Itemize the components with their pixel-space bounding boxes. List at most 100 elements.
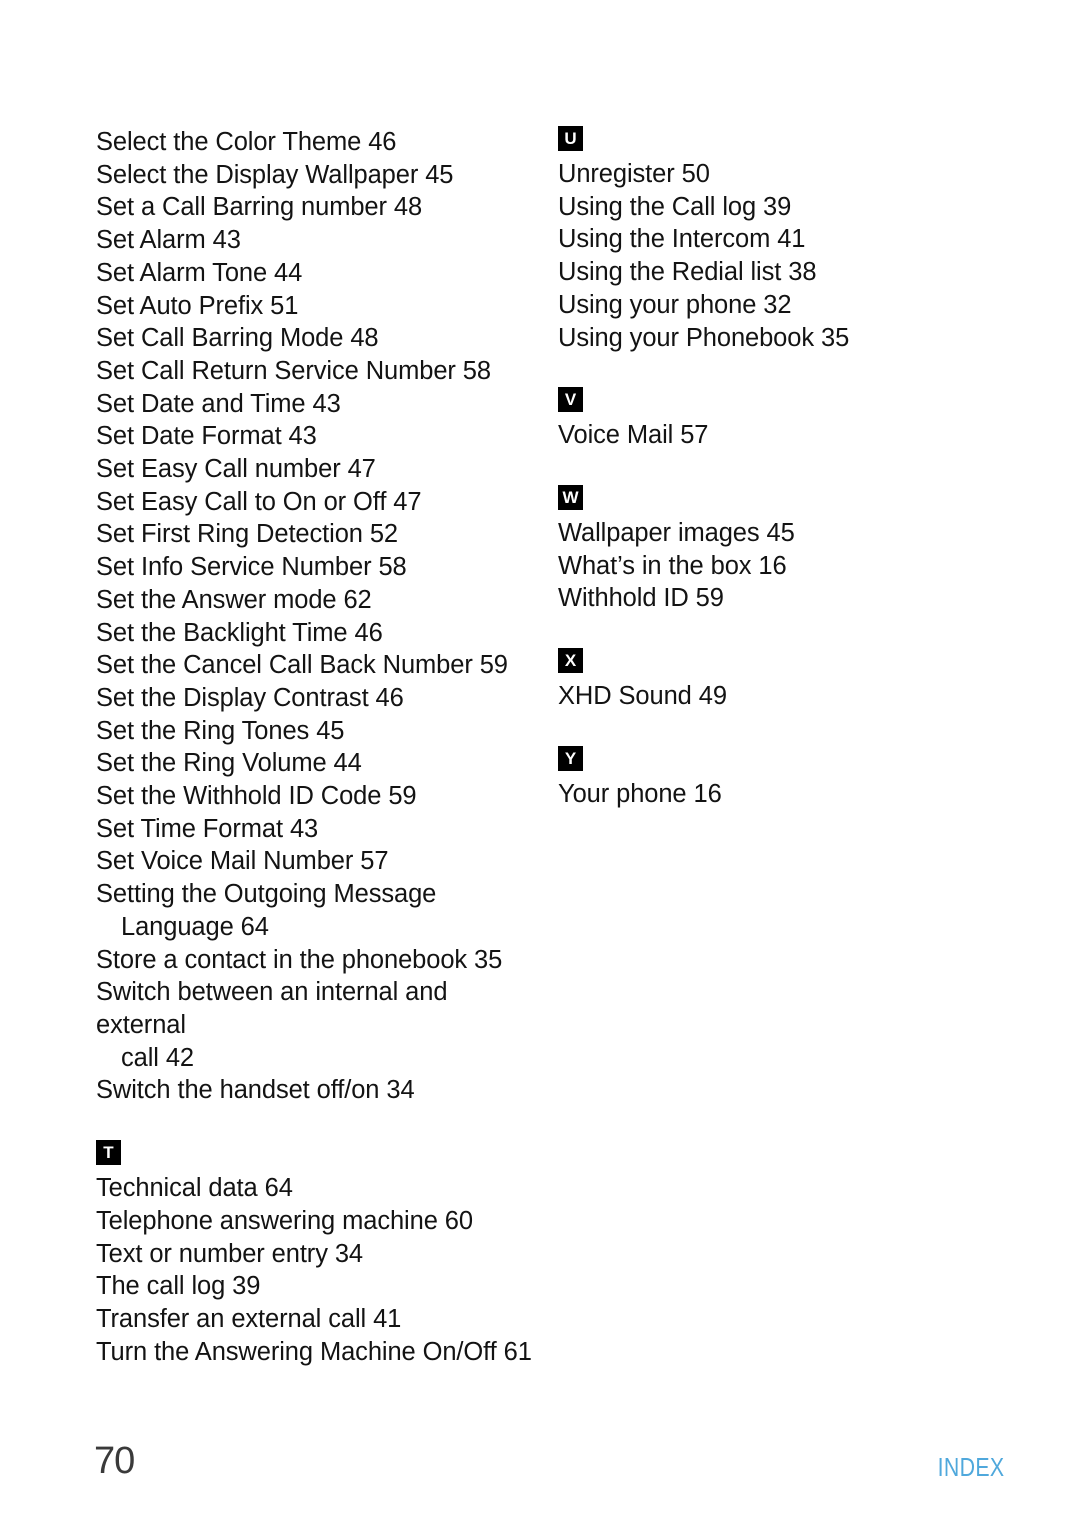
index-entry: Set Auto Prefix 51 [96,290,536,323]
index-entry: What’s in the box 16 [558,550,988,583]
index-entry-text: Telephone answering machine 60 [96,1206,473,1235]
index-entry: Set Alarm 43 [96,224,536,257]
index-entry-text: Set Auto Prefix 51 [96,291,299,320]
index-entry-text: Text or number entry 34 [96,1239,363,1268]
index-entry: Unregister 50 [558,158,988,191]
index-entry: Set Voice Mail Number 57 [96,845,536,878]
index-entry: Voice Mail 57 [558,419,988,452]
index-entry: Wallpaper images 45 [558,517,988,550]
index-entry-text: Set Alarm 43 [96,226,241,255]
index-entry-text: Voice Mail 57 [558,421,709,450]
index-section-y: Y Your phone 16 [558,745,988,811]
index-entry-text: Set Alarm Tone 44 [96,258,303,287]
index-entry-text: Set Easy Call number 47 [96,455,376,484]
index-entry-text: Your phone 16 [558,779,722,808]
index-entry: Turn the Answering Machine On/Off 61 [96,1336,536,1369]
index-entry: XHD Sound 49 [558,680,988,713]
index-entry: Select the Display Wallpaper 45 [96,159,536,192]
index-entry: Set Call Return Service Number 58 [96,355,536,388]
index-entry-text: Using the Intercom 41 [558,225,806,254]
index-entry-text: Set Call Return Service Number 58 [96,356,491,385]
index-entry: Switch between an internal and external c… [96,976,536,1074]
index-entry: Set Date and Time 43 [96,388,536,421]
index-entry-text: Store a contact in the phonebook 35 [96,945,503,974]
index-entry: The call log 39 [96,1270,536,1303]
index-entry-text: Using your phone 32 [558,290,792,319]
index-entry-text: Setting the Outgoing Message [96,880,437,909]
index-entry-text: Set the Ring Volume 44 [96,749,362,778]
index-entry: Using the Call log 39 [558,191,988,224]
index-entry: Set the Ring Volume 44 [96,747,536,780]
index-section-v: V Voice Mail 57 [558,387,988,452]
index-entry: Set Easy Call number 47 [96,453,536,486]
index-column-left: Select the Color Theme 46 Select the Disp… [96,126,536,1368]
index-entry: Set the Cancel Call Back Number 59 [96,649,536,682]
index-entry-text: Set the Backlight Time 46 [96,618,383,647]
index-entry-text: Using the Redial list 38 [558,258,817,287]
index-entry-text: Turn the Answering Machine On/Off 61 [96,1337,532,1366]
index-entry: Set Easy Call to On or Off 47 [96,486,536,519]
index-entry: Technical data 64 [96,1172,536,1205]
index-entry-text: Switch between an internal and external [96,978,448,1039]
index-entry-text: Select the Display Wallpaper 45 [96,160,454,189]
letter-badge-v: V [558,387,583,413]
page-number: 70 [94,1440,135,1482]
index-entry: Withhold ID 59 [558,582,988,615]
index-section-w: W Wallpaper images 45 What’s in the box 16… [558,484,988,615]
index-entry: Text or number entry 34 [96,1238,536,1271]
index-entry-text: Select the Color Theme 46 [96,128,397,156]
letter-badge-y: Y [558,745,583,771]
index-entry: Set a Call Barring number 48 [96,191,536,224]
index-entry-continuation: Language 64 [121,912,269,941]
index-entry: Set Time Format 43 [96,813,536,846]
index-section-u: U Unregister 50 Using the Call log 39 Using… [558,126,988,354]
index-entry-text: Set First Ring Detection 52 [96,520,399,549]
index-entry: Set Alarm Tone 44 [96,257,536,290]
index-entry: Switch the handset off/on 34 [96,1074,536,1107]
letter-badge-t: T [96,1140,121,1166]
index-entry-text: Set the Ring Tones 45 [96,716,345,745]
index-entry: Set the Backlight Time 46 [96,617,536,650]
index-entry-text: Using your Phonebook 35 [558,323,850,352]
index-entry: Telephone answering machine 60 [96,1205,536,1238]
index-entry-text: Set Date and Time 43 [96,389,341,418]
index-entry: Using your phone 32 [558,289,988,322]
letter-badge-u: U [558,126,583,151]
index-entry-text: Set the Cancel Call Back Number 59 [96,651,508,680]
index-entry: Set the Answer mode 62 [96,584,536,617]
index-section-t: T Technical data 64 Telephone answering ma… [96,1140,536,1368]
index-entry-text: The call log 39 [96,1272,261,1301]
index-entry-text: Set the Withhold ID Code 59 [96,782,417,811]
index-entry: Set Call Barring Mode 48 [96,322,536,355]
index-entry-text: Set Time Format 43 [96,814,319,843]
index-entry: Set Info Service Number 58 [96,551,536,584]
index-entry: Using your Phonebook 35 [558,322,988,355]
index-column-right: U Unregister 50 Using the Call log 39 Using… [558,126,988,810]
index-entry-text: Technical data 64 [96,1174,293,1203]
index-entry: Setting the Outgoing Message Language 64 [96,878,536,943]
index-entry-continuation: call 42 [121,1043,195,1072]
index-entry: Set the Display Contrast 46 [96,682,536,715]
index-entry-text: Set Call Barring Mode 48 [96,324,379,353]
index-entry-text: Wallpaper images 45 [558,518,795,547]
letter-badge-x: X [558,648,583,674]
index-entry-text: Using the Call log 39 [558,192,792,221]
index-entry-text: Set a Call Barring number 48 [96,193,423,222]
index-page: Select the Color Theme 46 Select the Disp… [0,0,1080,1530]
index-entry: Using the Intercom 41 [558,223,988,256]
index-entry-text: Switch the handset off/on 34 [96,1076,415,1105]
index-entry: Transfer an external call 41 [96,1303,536,1336]
index-entry-text: Set Voice Mail Number 57 [96,847,389,876]
index-entry-text: Transfer an external call 41 [96,1304,402,1333]
page-footer: 70 INDEX [0,1420,1080,1530]
index-entry: Your phone 16 [558,778,988,811]
letter-badge-w: W [558,484,583,510]
index-entry: Using the Redial list 38 [558,256,988,289]
index-entry-text: XHD Sound 49 [558,682,727,711]
index-entry-text: Set the Answer mode 62 [96,585,372,614]
index-entry: Set Date Format 43 [96,420,536,453]
index-section-continued: Select the Color Theme 46 Select the Disp… [96,126,536,1107]
index-entry: Set the Withhold ID Code 59 [96,780,536,813]
index-entry: Store a contact in the phonebook 35 [96,944,536,977]
index-entry-text: Set Date Format 43 [96,422,317,451]
